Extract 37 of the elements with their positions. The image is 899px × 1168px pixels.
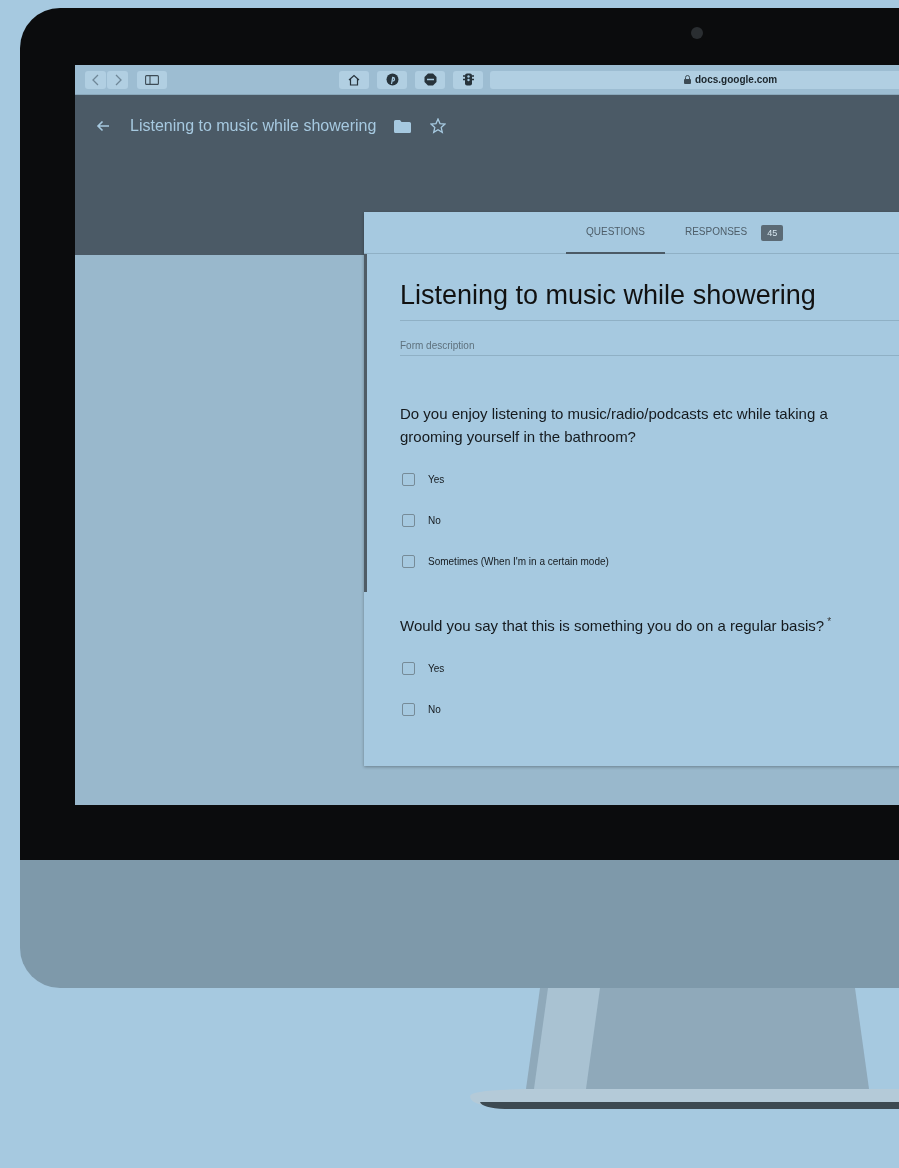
checkbox[interactable] xyxy=(402,473,415,486)
checkbox[interactable] xyxy=(402,703,415,716)
home-button[interactable] xyxy=(339,70,369,89)
checkbox[interactable] xyxy=(402,662,415,675)
checkbox[interactable] xyxy=(402,514,415,527)
back-button[interactable] xyxy=(85,70,106,89)
extension-button[interactable] xyxy=(415,70,445,89)
sidebar-icon xyxy=(145,74,159,85)
octagon-icon xyxy=(423,73,437,86)
sidebar-button[interactable] xyxy=(137,70,167,89)
description-field[interactable]: Form description xyxy=(400,321,899,356)
option-label: No xyxy=(428,704,441,715)
document-title: Listening to music while showering xyxy=(130,117,377,135)
forward-button[interactable] xyxy=(107,70,128,89)
address-field[interactable]: docs.google.com xyxy=(490,70,899,89)
star-icon[interactable] xyxy=(430,118,447,134)
question-text: Would you say that this is something you do on a regular basis? $^{*}$ xyxy=(400,615,833,636)
option-label: Yes xyxy=(428,474,445,485)
option-label: Sometimes (When I'm in a certain mode) xyxy=(428,556,609,567)
chevron-left-icon xyxy=(91,73,100,86)
camera-dot xyxy=(691,27,703,39)
question-text: Do you enjoy listening to music/radio/podcasts etc while taking a grooming yourself in the bathroom? xyxy=(400,404,829,447)
checkbox[interactable] xyxy=(402,555,415,568)
folder-icon[interactable] xyxy=(394,120,412,133)
back-arrow-icon[interactable] xyxy=(96,120,110,132)
tab[interactable]: QUESTIONS xyxy=(566,211,665,254)
form-title: Listening to music while showering xyxy=(400,254,899,321)
extension-button[interactable] xyxy=(377,70,407,89)
option-label: No xyxy=(428,515,441,526)
option-label: Yes xyxy=(428,663,445,674)
response-count: 45 xyxy=(761,224,784,241)
extension-button[interactable] xyxy=(453,70,483,89)
home-icon xyxy=(348,73,360,86)
lock-icon xyxy=(684,75,691,84)
traffic-light-icon xyxy=(462,73,474,86)
round-pin-icon xyxy=(385,73,399,86)
chevron-right-icon xyxy=(113,73,122,86)
